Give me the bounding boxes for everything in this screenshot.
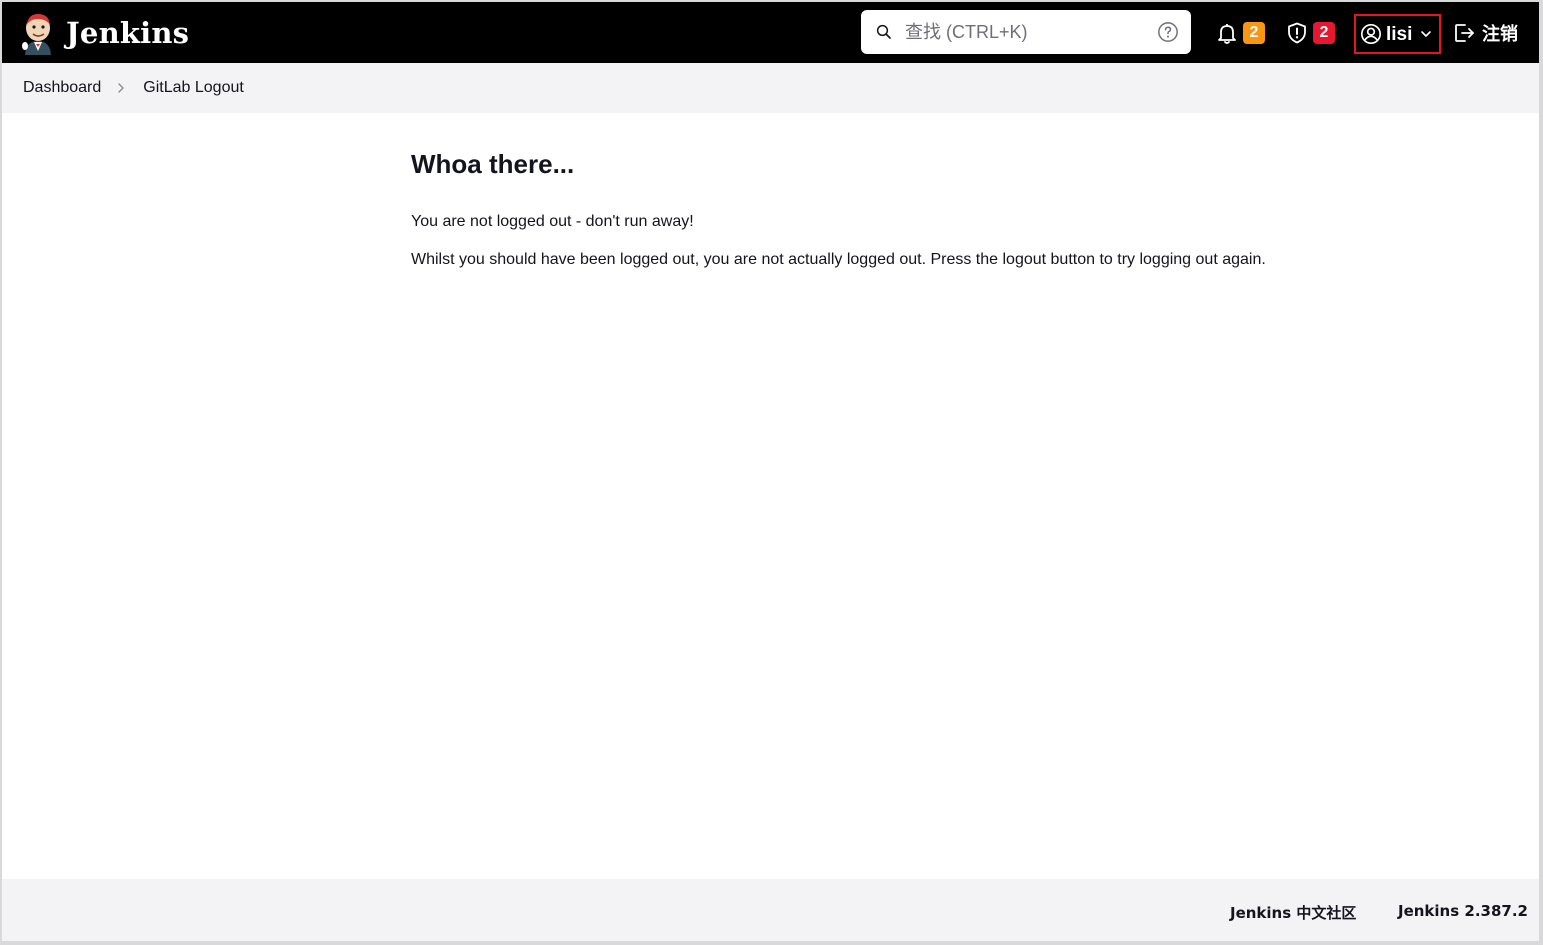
security-button[interactable]: 2 (1285, 16, 1335, 50)
user-menu-button[interactable]: lisi (1354, 14, 1441, 54)
footer-version-link[interactable]: Jenkins 2.387.2 (1398, 902, 1528, 920)
brand-name: Jenkins (66, 16, 190, 50)
notifications-button[interactable]: 2 (1215, 16, 1265, 50)
logout-label: 注销 (1482, 24, 1518, 45)
message-line-2: Whilst you should have been logged out, … (411, 251, 1266, 268)
breadcrumb-gitlab-logout[interactable]: GitLab Logout (143, 79, 244, 97)
breadcrumb-dashboard[interactable]: Dashboard (23, 79, 101, 97)
logout-button[interactable]: 注销 (1452, 16, 1518, 50)
search-box (861, 10, 1191, 54)
page-title: Whoa there... (411, 149, 575, 179)
jenkins-home-link[interactable]: Jenkins (20, 10, 189, 56)
search-icon (876, 24, 891, 39)
shield-alert-icon (1288, 22, 1306, 44)
security-badge: 2 (1313, 22, 1335, 44)
search-input[interactable] (905, 18, 1145, 46)
breadcrumb: Dashboard GitLab Logout (2, 63, 1539, 113)
chevron-right-icon (118, 83, 124, 93)
footer-community-link[interactable]: Jenkins 中文社区 (1230, 902, 1356, 923)
message-line-1: You are not logged out - don't run away! (411, 213, 694, 230)
page: Jenkins 2 (2, 2, 1539, 941)
jenkins-butler-logo (22, 14, 51, 55)
logout-icon (1455, 24, 1474, 42)
help-icon[interactable] (1157, 21, 1179, 43)
chevron-down-icon (1421, 31, 1431, 37)
page-footer: Jenkins 中文社区 Jenkins 2.387.2 (2, 879, 1539, 941)
bell-icon (1218, 24, 1236, 44)
top-header: Jenkins 2 (2, 2, 1539, 63)
main-content: Whoa there... You are not logged out - d… (411, 113, 1411, 269)
user-avatar-icon (1361, 24, 1381, 44)
notifications-badge: 2 (1243, 22, 1265, 44)
user-name: lisi (1386, 24, 1413, 45)
